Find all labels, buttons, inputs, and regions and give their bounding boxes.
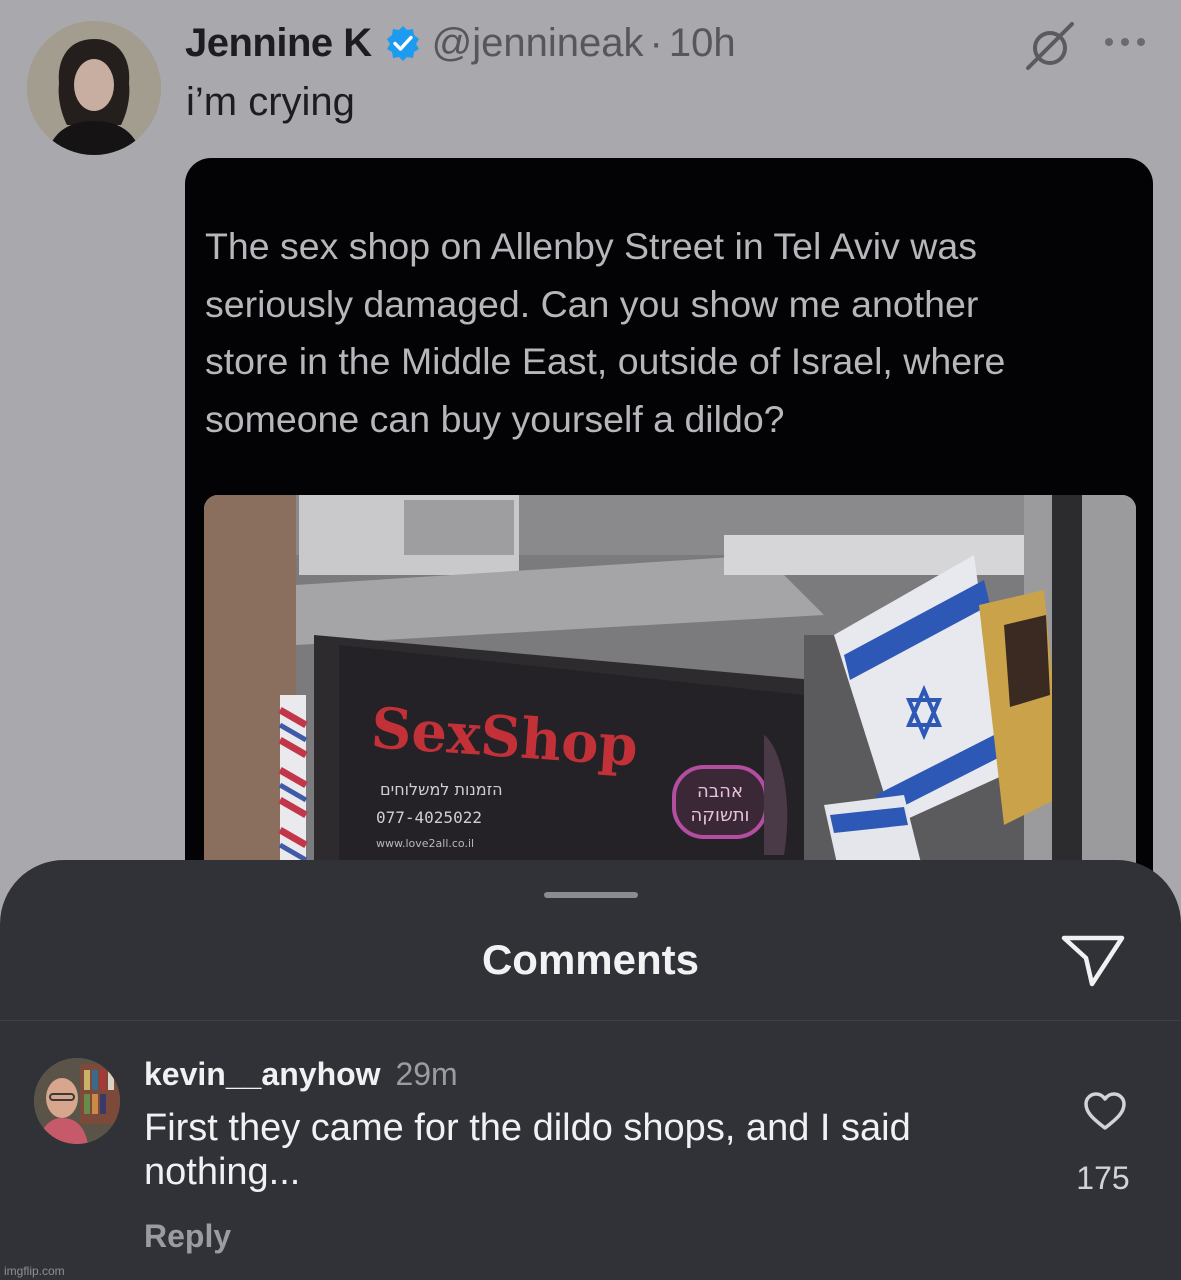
header-separator: · xyxy=(649,20,663,65)
tweet-text: i’m crying xyxy=(186,80,355,124)
watermark: imgflip.com xyxy=(4,1264,65,1278)
tweet-timestamp: 10h xyxy=(668,20,736,65)
sign-url: www.love2all.co.il xyxy=(376,837,474,850)
sheet-drag-handle[interactable] xyxy=(544,892,638,898)
like-count: 175 xyxy=(1076,1160,1130,1196)
comments-title: Comments xyxy=(481,936,700,983)
send-icon[interactable] xyxy=(1060,932,1126,988)
badge-line-1: אהבה xyxy=(697,781,743,802)
more-options-icon[interactable] xyxy=(1100,34,1150,50)
tweet: Jennine K @jennineak · 10h i’m crying Th… xyxy=(0,0,1181,918)
comment-item: kevin__anyhow 29m First they came for th… xyxy=(0,1050,1181,1280)
badge-line-2: ותשוקה xyxy=(691,805,750,826)
author-name[interactable]: Jennine K xyxy=(185,21,372,66)
comments-sheet: Comments kevin__anyhow 29m First they ca… xyxy=(0,860,1181,1280)
shop-photo[interactable]: SexShop הזמנות למשלוחים 077-4025022 www.… xyxy=(204,495,1136,915)
commenter-avatar[interactable] xyxy=(34,1058,120,1144)
quoted-post[interactable]: The sex shop on Allenby Street in Tel Av… xyxy=(185,158,1153,918)
reply-button[interactable]: Reply xyxy=(144,1218,231,1255)
tweet-header: Jennine K @jennineak · 10h xyxy=(185,18,736,68)
author-avatar[interactable] xyxy=(27,21,161,155)
quoted-post-text: The sex shop on Allenby Street in Tel Av… xyxy=(205,225,1006,440)
sheet-divider xyxy=(0,1020,1181,1021)
verified-badge-icon xyxy=(384,24,422,62)
comment-meta: kevin__anyhow 29m xyxy=(144,1056,458,1093)
grok-icon[interactable] xyxy=(1022,20,1078,72)
comment-timestamp: 29m xyxy=(395,1056,458,1092)
author-handle[interactable]: @jennineak xyxy=(432,21,644,66)
heart-icon[interactable] xyxy=(1082,1090,1128,1132)
comment-text: First they came for the dildo shops, and… xyxy=(144,1107,911,1193)
sign-phone: 077-4025022 xyxy=(376,808,482,827)
sign-hebrew: הזמנות למשלוחים xyxy=(380,780,503,799)
commenter-username[interactable]: kevin__anyhow xyxy=(144,1056,381,1092)
